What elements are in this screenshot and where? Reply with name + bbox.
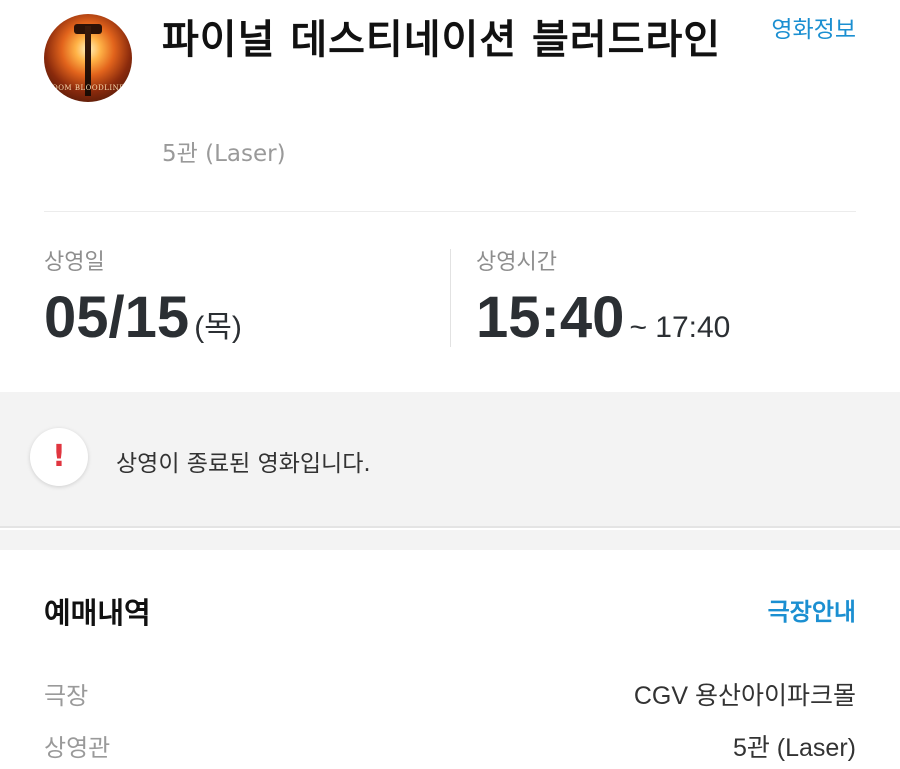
detail-row-screen: 상영관 5관 (Laser) (44, 728, 856, 768)
exclamation-icon: ! (30, 428, 88, 486)
detail-value: CGV 용산아이파크몰 (633, 682, 856, 710)
movie-info-link[interactable]: 영화정보 (771, 10, 856, 44)
showing-weekday: (목) (194, 311, 242, 344)
movie-title: 파이널 데스티네이션 블러드라인 (162, 17, 722, 63)
header-divider (44, 211, 856, 212)
showing-start-time: 15:40 (476, 285, 625, 350)
detail-row-theater: 극장 CGV 용산아이파크몰 (44, 676, 856, 716)
screen-subtitle: 5관 (Laser) (162, 141, 286, 167)
showing-end-time: ~ 17:40 (629, 311, 731, 344)
showing-time-label: 상영시간 (476, 250, 557, 275)
detail-value: 5관 (Laser) (732, 734, 856, 762)
detail-label: 상영관 (44, 734, 111, 762)
section-gap (0, 530, 900, 550)
ended-notice-banner: ! 상영이 종료된 영화입니다. (0, 392, 900, 528)
booking-section-title: 예매내역 (44, 596, 151, 630)
theater-info-link[interactable]: 극장안내 (768, 592, 856, 627)
showing-date: 05/15 (44, 285, 190, 350)
movie-poster-thumbnail: DOOM BLOODLINES (44, 14, 132, 102)
showing-time-block: 상영시간 15:40 ~ 17:40 (476, 244, 730, 348)
date-time-separator (450, 249, 451, 347)
ended-notice-text: 상영이 종료된 영화입니다. (116, 451, 371, 477)
poster-title-text: DOOM BLOODLINES (45, 84, 131, 92)
showing-date-block: 상영일 05/15 (목) (44, 244, 242, 348)
detail-label: 극장 (44, 682, 89, 710)
showing-date-label: 상영일 (44, 250, 105, 275)
